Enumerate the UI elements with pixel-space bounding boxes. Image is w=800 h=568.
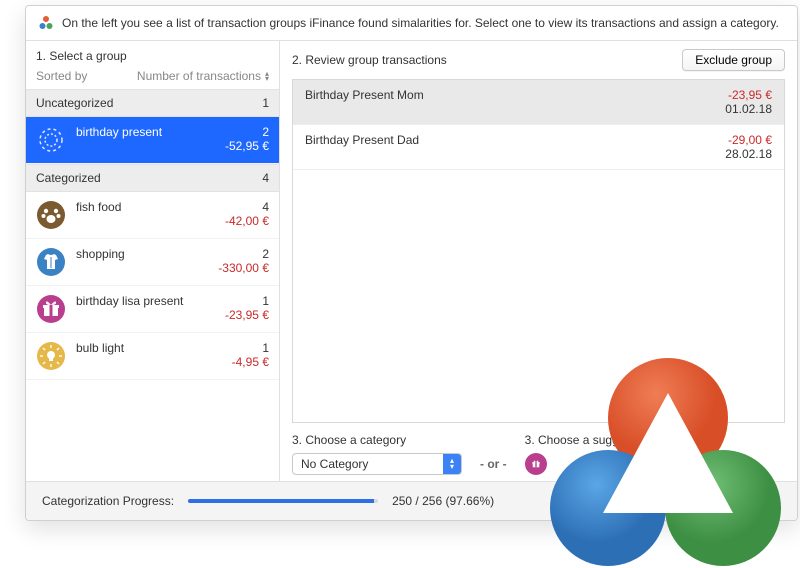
section-header-categorized: Categorized 4 xyxy=(26,164,279,192)
progress-text: 250 / 256 (97.66%) xyxy=(392,494,494,508)
group-meta: 2 -52,95 € xyxy=(199,125,269,153)
group-amount: -42,00 € xyxy=(225,214,269,228)
sort-dropdown[interactable]: Number of transactions ▴▾ xyxy=(137,69,269,83)
footer: Categorization Progress: 250 / 256 (97.6… xyxy=(26,481,797,520)
or-label: - or - xyxy=(480,457,507,475)
transaction-amount: -29,00 € xyxy=(725,133,772,147)
sidebar-title: 1. Select a group xyxy=(36,49,269,63)
gift-icon xyxy=(36,294,66,324)
instruction-header: On the left you see a list of transactio… xyxy=(26,6,797,41)
section-count: 4 xyxy=(262,171,269,185)
group-name: fish food xyxy=(76,200,189,214)
main-header: 2. Review group transactions Exclude gro… xyxy=(280,41,797,79)
bulb-icon xyxy=(36,341,66,371)
select-stepper-icon: ▴▾ xyxy=(443,454,461,474)
transaction-date: 01.02.18 xyxy=(725,102,772,116)
group-amount: -330,00 € xyxy=(218,261,269,275)
suggested-category[interactable] xyxy=(525,453,698,475)
group-text: birthday present xyxy=(76,125,189,139)
paw-icon xyxy=(36,200,66,230)
category-select[interactable]: No Category ▴▾ xyxy=(292,453,462,475)
choose-suggested-label: 3. Choose a suggested category xyxy=(525,433,698,447)
group-amount: -23,95 € xyxy=(225,308,269,322)
group-count: 1 xyxy=(262,341,269,355)
choose-category-row: 3. Choose a category No Category ▴▾ - or… xyxy=(280,423,797,481)
sort-row: Sorted by Number of transactions ▴▾ xyxy=(36,69,269,83)
group-item-birthday-present[interactable]: birthday present 2 -52,95 € xyxy=(26,117,279,164)
group-item-shopping[interactable]: shopping 2 -330,00 € xyxy=(26,239,279,286)
main-columns: 1. Select a group Sorted by Number of tr… xyxy=(26,41,797,481)
section-count: 1 xyxy=(262,96,269,110)
transaction-name: Birthday Present Dad xyxy=(305,133,419,161)
transaction-name: Birthday Present Mom xyxy=(305,88,424,116)
group-name: shopping xyxy=(76,247,189,261)
app-logo-icon xyxy=(38,15,54,31)
sidebar-header: 1. Select a group Sorted by Number of tr… xyxy=(26,41,279,89)
dashed-circle-icon xyxy=(36,125,66,155)
choose-category-label: 3. Choose a category xyxy=(292,433,462,447)
sort-value-text: Number of transactions xyxy=(137,69,261,83)
main-panel: 2. Review group transactions Exclude gro… xyxy=(280,41,797,481)
group-amount: -4,95 € xyxy=(232,355,269,369)
progress-bar xyxy=(188,499,378,503)
group-count: 4 xyxy=(262,200,269,214)
group-count: 2 xyxy=(262,247,269,261)
section-label: Categorized xyxy=(36,171,101,185)
progress-fill xyxy=(188,499,374,503)
gift-icon xyxy=(525,453,547,475)
transaction-list: Birthday Present Mom -23,95 € 01.02.18 B… xyxy=(292,79,785,423)
transaction-row[interactable]: Birthday Present Dad -29,00 € 28.02.18 xyxy=(293,125,784,170)
sort-chevrons-icon: ▴▾ xyxy=(265,71,269,81)
group-amount: -52,95 € xyxy=(225,139,269,153)
transaction-amount: -23,95 € xyxy=(725,88,772,102)
sidebar: 1. Select a group Sorted by Number of tr… xyxy=(26,41,280,481)
progress-label: Categorization Progress: xyxy=(42,494,174,508)
exclude-group-button[interactable]: Exclude group xyxy=(682,49,785,71)
group-name: bulb light xyxy=(76,341,189,355)
group-item-bulb-light[interactable]: bulb light 1 -4,95 € xyxy=(26,333,279,380)
section-header-uncategorized: Uncategorized 1 xyxy=(26,89,279,117)
sort-label: Sorted by xyxy=(36,69,87,83)
shirt-icon xyxy=(36,247,66,277)
group-name: birthday lisa present xyxy=(76,294,189,308)
group-item-fish-food[interactable]: fish food 4 -42,00 € xyxy=(26,192,279,239)
transaction-date: 28.02.18 xyxy=(725,147,772,161)
choose-suggested-col: 3. Choose a suggested category xyxy=(525,433,698,475)
transaction-row[interactable]: Birthday Present Mom -23,95 € 01.02.18 xyxy=(293,80,784,125)
group-count: 1 xyxy=(262,294,269,308)
group-count: 2 xyxy=(262,125,269,139)
main-title: 2. Review group transactions xyxy=(292,53,447,67)
choose-category-col: 3. Choose a category No Category ▴▾ xyxy=(292,433,462,475)
app-window: On the left you see a list of transactio… xyxy=(25,5,798,521)
section-label: Uncategorized xyxy=(36,96,113,110)
group-name: birthday present xyxy=(76,125,189,139)
category-select-value: No Category xyxy=(293,457,443,471)
group-item-birthday-lisa[interactable]: birthday lisa present 1 -23,95 € xyxy=(26,286,279,333)
instruction-text: On the left you see a list of transactio… xyxy=(62,16,779,30)
